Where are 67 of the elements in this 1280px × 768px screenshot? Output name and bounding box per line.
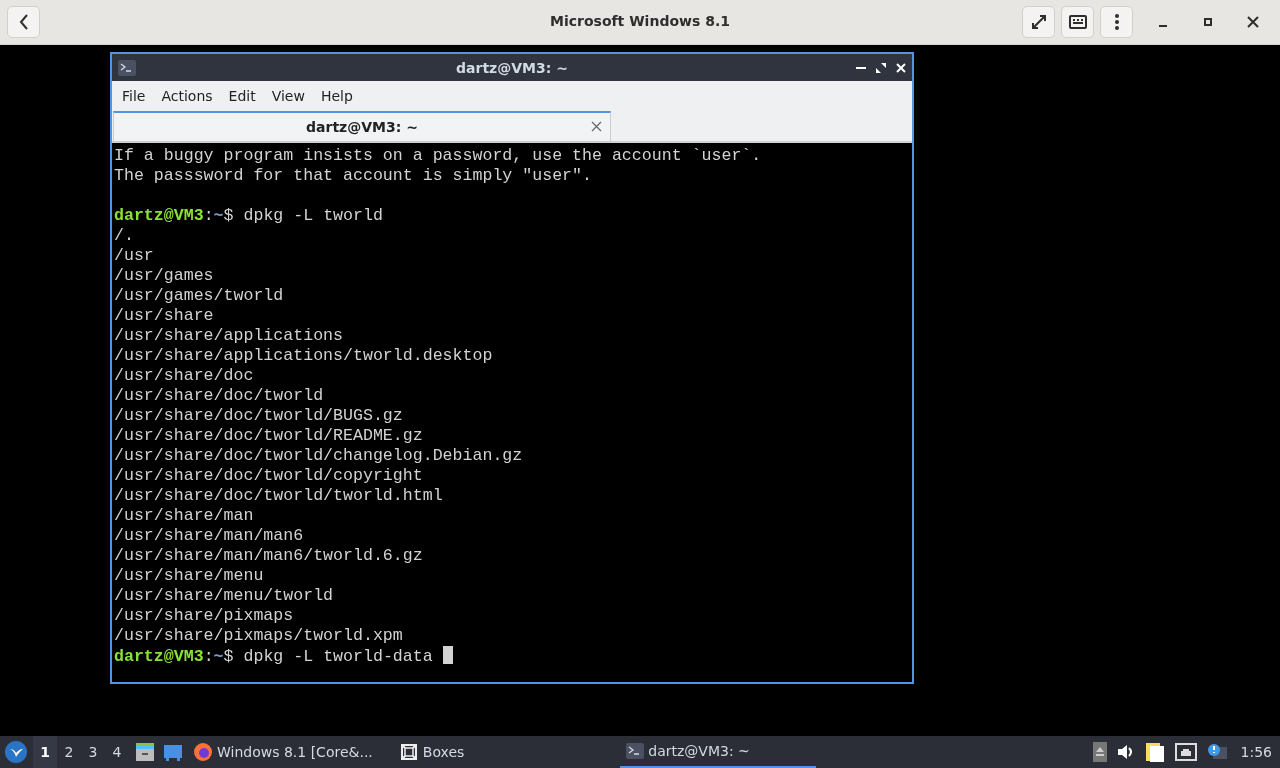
browser-icon	[193, 742, 213, 762]
clock[interactable]: 1:56	[1240, 744, 1272, 760]
close-icon	[1247, 16, 1259, 28]
output-line: /usr/share/doc/tworld/changelog.Debian.gz	[114, 446, 523, 466]
output-line: /usr/games	[114, 266, 214, 286]
file-cabinet-icon[interactable]	[135, 742, 155, 762]
maximize-icon	[1203, 17, 1213, 27]
menu-item[interactable]: Edit	[220, 88, 264, 104]
output-line: /usr/share/applications/tworld.desktop	[114, 346, 493, 366]
output-line: /usr/share/doc/tworld/README.gz	[114, 426, 423, 446]
frame-icon	[398, 742, 419, 762]
terminal-icon	[626, 743, 645, 759]
expand-icon	[1029, 13, 1048, 31]
output-line: /usr/share	[114, 306, 214, 326]
keyboard-icon	[1068, 15, 1087, 29]
output-line: /usr/share/applications	[114, 326, 344, 346]
eject-icon[interactable]	[1092, 742, 1107, 762]
menu-item[interactable]: Help	[312, 88, 361, 104]
menu-item[interactable]: Actions	[153, 88, 221, 104]
terminal-icon	[118, 59, 136, 76]
menu-button[interactable]	[1100, 6, 1133, 38]
kebab-menu-icon	[1114, 14, 1119, 30]
workspace-button[interactable]: 2	[57, 736, 81, 768]
start-menu-icon[interactable]	[5, 741, 27, 763]
workspace-button[interactable]: 4	[105, 736, 129, 768]
output-line: /.	[114, 226, 134, 246]
output-line: /usr/share/doc/tworld	[114, 386, 324, 406]
taskbar-button[interactable]: Boxes	[392, 736, 471, 768]
output-line: /usr/share/doc	[114, 366, 254, 386]
output-line: If a buggy program insists on a password, use the account `user`.	[114, 146, 762, 166]
output-line: /usr/share/pixmaps	[114, 606, 294, 626]
restore-button[interactable]	[876, 62, 886, 73]
menu-item[interactable]: File	[114, 88, 154, 104]
command-line: dartz@VM3:~$ dpkg -L tworld-data	[114, 646, 453, 666]
workspace-button[interactable]: 1	[33, 736, 57, 768]
network-icon[interactable]	[1174, 743, 1197, 761]
desktop-icon[interactable]	[163, 743, 183, 761]
output-line: /usr/games/tworld	[114, 286, 284, 306]
close-button[interactable]	[896, 62, 906, 73]
output-line: /usr/share/doc/tworld/copyright	[114, 466, 423, 486]
volume-icon[interactable]	[1116, 744, 1135, 760]
clipboard-icon[interactable]	[1144, 741, 1165, 763]
output-line: /usr/share/doc/tworld/BUGS.gz	[114, 406, 403, 426]
output-line: /usr/share/menu/tworld	[114, 586, 334, 606]
close-tab-icon[interactable]	[591, 121, 602, 132]
output-line: /usr/share/doc/tworld/tworld.html	[114, 486, 443, 506]
fullscreen-button[interactable]	[1022, 6, 1055, 38]
window-title: dartz@VM3: ~	[456, 59, 568, 76]
tab[interactable]: dartz@VM3: ~	[113, 111, 611, 142]
output-line: /usr/share/menu	[114, 566, 264, 586]
back-button[interactable]	[7, 6, 40, 38]
window-title: Microsoft Windows 8.1	[550, 13, 730, 29]
keyboard-button[interactable]	[1061, 6, 1094, 38]
output-line: /usr/share/man/man6	[114, 526, 304, 546]
taskbar-button[interactable]: dartz@VM3: ~	[620, 736, 817, 768]
output-line: /usr	[114, 246, 154, 266]
output-line: The passsword for that account is simply "user".	[114, 166, 592, 186]
menu-item[interactable]: View	[263, 88, 313, 104]
output-line: /usr/share/pixmaps/tworld.xpm	[114, 626, 403, 646]
workspace-button[interactable]: 3	[81, 736, 105, 768]
chevron-left-icon	[18, 14, 29, 30]
output-line: /usr/share/man/man6/tworld.6.gz	[114, 546, 423, 566]
notification-icon[interactable]	[1206, 743, 1227, 761]
minimize-icon	[1159, 25, 1167, 27]
taskbar-button[interactable]: Windows 8.1 [Core&...	[187, 736, 379, 768]
command-line: dartz@VM3:~$ dpkg -L tworld	[114, 206, 383, 226]
output-line: /usr/share/man	[114, 506, 254, 526]
